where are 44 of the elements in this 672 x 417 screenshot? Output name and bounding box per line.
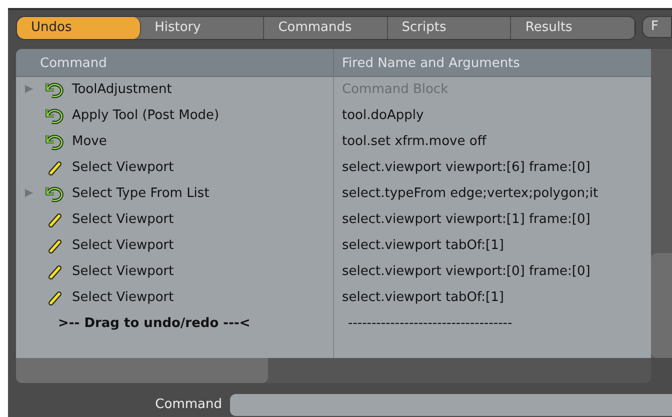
tab[interactable]: History (140, 17, 264, 39)
scrollbar-thumb[interactable] (16, 358, 268, 384)
table-row[interactable]: Select Viewport select.viewport viewport:[6] frame:[0] (16, 154, 651, 181)
drag-marker: >-- Drag to undo/redo ---< (58, 314, 250, 333)
table-cell-text: tool.set xfrm.move off (341, 132, 488, 151)
command-name: Select Viewport (72, 288, 174, 307)
table-cell-text: select.viewport viewport:[0] frame:[0] (341, 262, 592, 281)
table-row[interactable]: Apply Tool (Post Mode) tool.doApply (16, 102, 651, 129)
vertical-scrollbar[interactable] (651, 48, 672, 358)
table-row[interactable]: Select Viewport select.viewport viewport:[1] frame:[0] (16, 206, 651, 233)
table-row[interactable]: Move tool.set xfrm.move off (16, 128, 651, 155)
command-name: Select Type From List (72, 184, 210, 203)
loop-arrow-icon (44, 80, 66, 99)
command-name: Apply Tool (Post Mode) (72, 106, 220, 125)
tab[interactable]: F (642, 16, 672, 38)
table-cell-text: ----------------------------------- (347, 314, 514, 333)
loop-arrow-icon (44, 106, 66, 125)
table-row[interactable]: >-- Drag to undo/redo ---< ----------------------------------- (16, 310, 651, 337)
command-name: Move (72, 132, 107, 151)
table-cell-text: select.typeFrom edge;vertex;polygon;it (341, 184, 600, 203)
command-name: ToolAdjustment (72, 80, 172, 99)
scrollbar-thumb[interactable] (651, 252, 672, 358)
tab[interactable]: Scripts (388, 17, 512, 39)
command-label: Command (154, 396, 223, 414)
tab[interactable]: Undos (17, 17, 141, 39)
loop-arrow-icon (44, 132, 66, 151)
command-name: Select Viewport (72, 236, 174, 255)
command-field[interactable] (230, 394, 672, 416)
table-row[interactable]: Select Viewport select.viewport tabOf:[1] (16, 232, 651, 259)
table-cell-text: select.viewport tabOf:[1] (341, 236, 505, 255)
command-name: Select Viewport (72, 210, 174, 229)
horizontal-scrollbar[interactable] (16, 358, 651, 384)
tab[interactable]: Commands (264, 17, 388, 39)
table-cell-text: select.viewport viewport:[1] frame:[0] (341, 210, 592, 229)
table-cell-text: tool.doApply (341, 106, 425, 125)
table-cell-text: select.viewport tabOf:[1] (341, 288, 505, 307)
tab[interactable]: Results (511, 17, 635, 39)
loop-arrow-icon (44, 184, 66, 203)
table-row[interactable]: Select Viewport select.viewport tabOf:[1] (16, 284, 651, 311)
command-name: Select Viewport (72, 158, 174, 177)
table-row[interactable]: Select Type From List select.typeFrom edge;vertex;polygon;it (16, 180, 651, 207)
table-cell-text: select.viewport viewport:[6] frame:[0] (341, 158, 592, 177)
table-row[interactable]: Select Viewport select.viewport viewport:[0] frame:[0] (16, 258, 651, 285)
command-name: Select Viewport (72, 262, 174, 281)
